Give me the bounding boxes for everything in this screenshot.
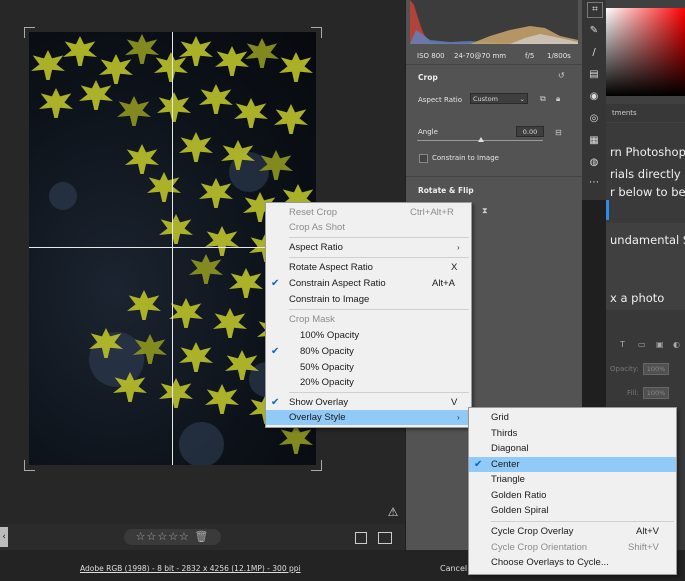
- menu-item-golden-spiral[interactable]: Golden Spiral: [469, 503, 676, 518]
- workflow-options-link[interactable]: Adobe RGB (1998) - 8 bit - 2832 x 4256 (…: [80, 564, 301, 573]
- angle-label: Angle: [418, 128, 438, 136]
- menu-separator: [289, 392, 469, 393]
- opacity-input[interactable]: 100%: [643, 363, 669, 375]
- snapshot-icon[interactable]: ▦: [587, 134, 601, 148]
- checkmark-icon: ✔: [474, 459, 483, 470]
- crop-section-title: Crop: [418, 73, 438, 82]
- straighten-tool-icon[interactable]: ⊟: [555, 128, 562, 138]
- exif-shutter: 1/800s: [547, 52, 571, 60]
- smart-object-filter-icon[interactable]: ▣: [656, 340, 664, 350]
- adjustments-tab-label: tments: [612, 109, 637, 117]
- menu-separator: [491, 521, 674, 522]
- crop-context-menu: Reset Crop Ctrl+Alt+R Crop As Shot Aspect…: [265, 202, 472, 428]
- menu-item-rotate-aspect-ratio[interactable]: Rotate Aspect Ratio X: [266, 260, 471, 275]
- menu-item-cycle-crop-orientation[interactable]: Cycle Crop Orientation Shift+V: [469, 540, 676, 555]
- flip-vertical-icon[interactable]: ⧗: [482, 206, 488, 216]
- angle-slider-thumb[interactable]: [478, 137, 484, 142]
- aspect-ratio-label: Aspect Ratio: [418, 96, 462, 104]
- red-eye-icon[interactable]: ◎: [587, 112, 601, 126]
- center-overlay-vertical-line: [172, 32, 173, 465]
- submenu-arrow-icon: ›: [457, 413, 460, 422]
- collapse-left-icon[interactable]: ‹: [0, 527, 8, 547]
- constrain-to-image-checkbox[interactable]: [419, 154, 428, 163]
- menu-item-aspect-ratio[interactable]: Aspect Ratio ›: [266, 240, 471, 255]
- menu-item-opacity-20[interactable]: 20% Opacity: [266, 375, 471, 390]
- menu-item-thirds[interactable]: Thirds: [469, 426, 676, 441]
- constrain-to-image-label: Constrain to Image: [432, 154, 499, 162]
- learn-text-2: r below to begi: [610, 185, 685, 199]
- checkmark-icon: ✔: [271, 346, 280, 357]
- learn-accent: [606, 200, 609, 220]
- rotate-aspect-icon[interactable]: ⧉: [540, 94, 546, 104]
- chevron-down-icon: ⌄: [519, 95, 525, 103]
- learn-item-fundamental[interactable]: undamental Ski: [610, 233, 685, 247]
- before-after-icon[interactable]: [378, 532, 392, 544]
- opacity-label: Opacity:: [610, 365, 639, 373]
- star-rating[interactable]: ☆☆☆☆☆ 🗑: [124, 529, 221, 545]
- type-filter-icon[interactable]: T: [620, 340, 625, 350]
- presets-icon[interactable]: ◍: [587, 156, 601, 170]
- menu-separator: [289, 309, 469, 310]
- more-options-icon[interactable]: ⋯: [587, 176, 601, 190]
- crop-handle-bottom-left[interactable]: [24, 460, 35, 471]
- divider: [406, 176, 582, 177]
- crop-handle-bottom-right[interactable]: [311, 460, 322, 471]
- menu-item-show-overlay[interactable]: ✔ Show Overlay V: [266, 395, 471, 410]
- exif-aperture: f/5: [525, 52, 535, 60]
- rating-stars[interactable]: ☆☆☆☆☆: [136, 530, 190, 543]
- trash-icon[interactable]: 🗑: [194, 530, 209, 543]
- overlay-style-submenu: Grid Thirds Diagonal ✔ Center Triangle Go…: [468, 407, 677, 575]
- histogram: [410, 0, 578, 44]
- rotate-flip-title: Rotate & Flip: [418, 186, 474, 195]
- menu-item-reset-crop[interactable]: Reset Crop Ctrl+Alt+R: [266, 205, 471, 220]
- color-picker-field[interactable]: [606, 8, 685, 96]
- menu-item-opacity-100[interactable]: 100% Opacity: [266, 328, 471, 343]
- divider: [406, 64, 582, 65]
- menu-item-grid[interactable]: Grid: [469, 410, 676, 425]
- aspect-ratio-select[interactable]: Custom ⌄: [470, 93, 528, 104]
- menu-separator: [289, 257, 469, 258]
- menu-item-crop-as-shot[interactable]: Crop As Shot: [266, 220, 471, 235]
- checkmark-icon: ✔: [271, 278, 280, 289]
- menu-item-opacity-50[interactable]: 50% Opacity: [266, 360, 471, 375]
- crop-tool-icon[interactable]: ⌗: [587, 2, 603, 18]
- healing-brush-icon[interactable]: ✎: [587, 24, 601, 38]
- menu-item-center[interactable]: ✔ Center: [469, 457, 676, 472]
- lock-icon[interactable]: 🔒︎: [556, 94, 560, 104]
- menu-item-opacity-80[interactable]: ✔ 80% Opacity: [266, 344, 471, 359]
- menu-item-golden-ratio[interactable]: Golden Ratio: [469, 488, 676, 503]
- menu-item-crop-mask: Crop Mask: [289, 314, 335, 325]
- menu-item-diagonal[interactable]: Diagonal: [469, 441, 676, 456]
- menu-item-choose-overlays[interactable]: Choose Overlays to Cycle...: [469, 555, 676, 570]
- brush-icon[interactable]: /: [587, 46, 601, 60]
- crop-handle-top-right[interactable]: [311, 27, 322, 38]
- menu-item-triangle[interactable]: Triangle: [469, 472, 676, 487]
- exif-iso: ISO 800: [417, 52, 445, 60]
- learn-item-fix-photo[interactable]: x a photo: [610, 291, 664, 305]
- radial-filter-icon[interactable]: ◉: [587, 90, 601, 104]
- learn-text-1: rials directly in: [610, 167, 685, 181]
- fill-input[interactable]: 100%: [643, 387, 669, 399]
- gradient-icon[interactable]: ▤: [587, 68, 601, 82]
- cancel-button[interactable]: Cancel: [440, 564, 467, 573]
- fit-view-icon[interactable]: [355, 532, 367, 544]
- menu-separator: [289, 237, 469, 238]
- menu-item-constrain-to-image[interactable]: Constrain to Image: [266, 292, 471, 307]
- exif-lens: 24-70@70 mm: [454, 52, 507, 60]
- reset-crop-icon[interactable]: ↺: [558, 71, 565, 81]
- aspect-ratio-value: Custom: [473, 95, 498, 103]
- menu-item-cycle-crop-overlay[interactable]: Cycle Crop Overlay Alt+V: [469, 524, 676, 539]
- menu-item-constrain-aspect-ratio[interactable]: ✔ Constrain Aspect Ratio Alt+A: [266, 276, 471, 291]
- filter-toggle-icon[interactable]: ◐: [673, 340, 680, 350]
- submenu-arrow-icon: ›: [457, 243, 460, 252]
- menu-item-overlay-style[interactable]: Overlay Style ›: [266, 410, 471, 425]
- shape-filter-icon[interactable]: ▭: [638, 340, 646, 350]
- learn-title: rn Photoshop: [610, 145, 685, 159]
- fill-label: Fill:: [627, 389, 639, 397]
- crop-handle-top-left[interactable]: [24, 27, 35, 38]
- warning-icon[interactable]: ⚠: [386, 505, 400, 519]
- checkmark-icon: ✔: [271, 397, 280, 408]
- angle-input[interactable]: 0.00: [516, 126, 544, 137]
